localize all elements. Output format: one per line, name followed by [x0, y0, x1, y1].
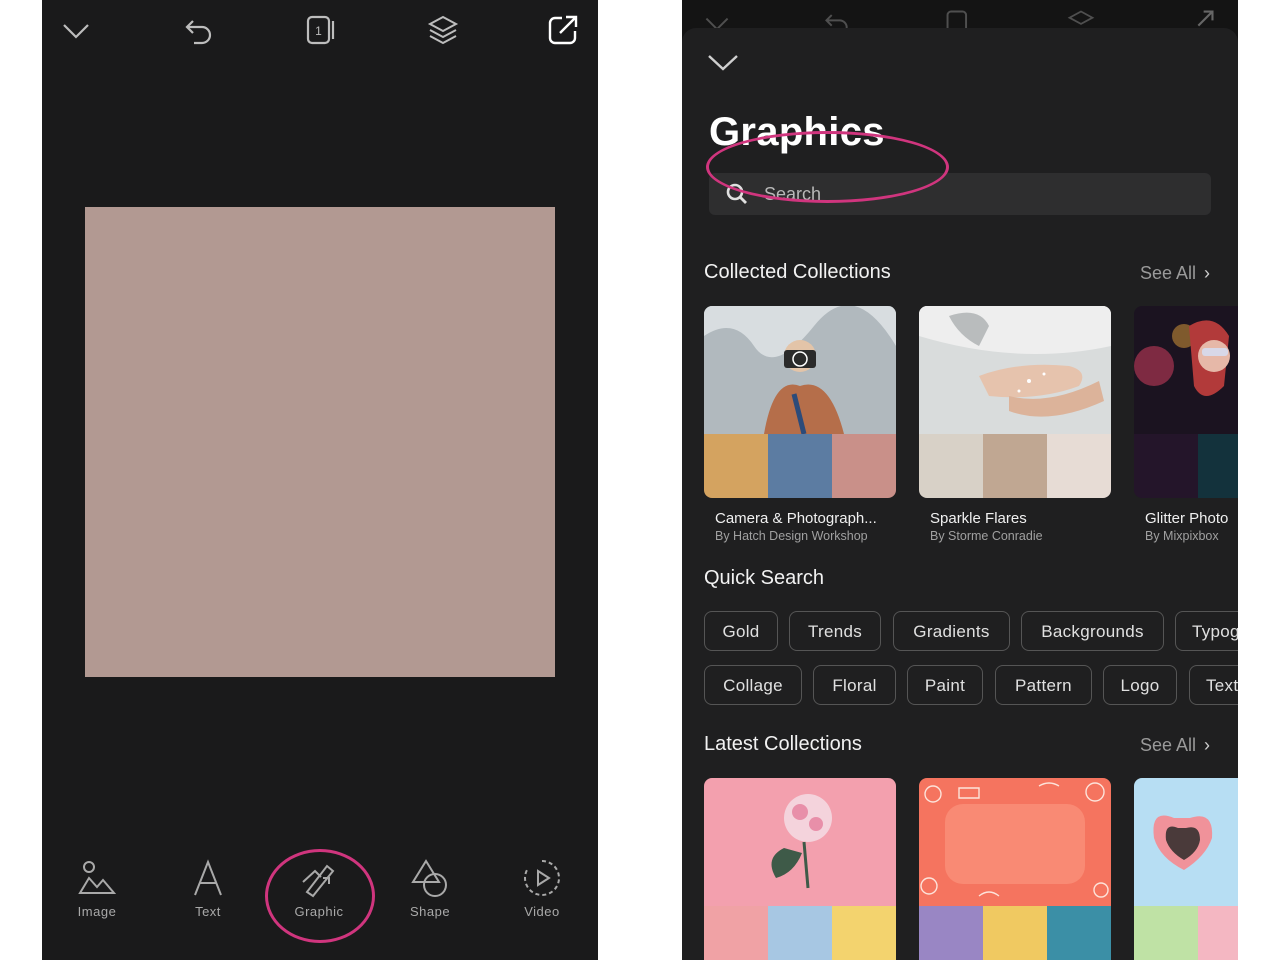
quick-search-chip[interactable]: Gold [704, 611, 778, 651]
camera-photo-image [704, 306, 896, 434]
tool-label: Shape [409, 904, 451, 919]
glitter-cell [1198, 434, 1238, 498]
latest-see-all-link[interactable]: See All › [1140, 735, 1210, 756]
summer-cell [1198, 906, 1238, 960]
undo-icon[interactable] [179, 10, 219, 50]
chevron-down-icon[interactable] [56, 10, 96, 50]
graphics-screen: Graphics Search Collected Collections Se… [682, 0, 1238, 960]
camera-body-cell [768, 434, 832, 498]
background-toolbar [682, 0, 1238, 36]
quick-search-chip[interactable]: Paint [907, 665, 983, 705]
image-icon [78, 861, 117, 894]
food-doodle-frame-image [919, 778, 1111, 906]
collection-author: By Storme Conradie [930, 529, 1043, 543]
design-canvas[interactable] [85, 207, 555, 677]
tool-shape[interactable]: Shape [380, 850, 480, 940]
food-cell [1047, 906, 1111, 960]
quick-search-chip[interactable]: Logo [1103, 665, 1177, 705]
collection-thumbnail [704, 306, 896, 498]
chevron-right-icon: › [1204, 263, 1211, 283]
collection-card[interactable] [1134, 778, 1238, 960]
shape-icon [411, 859, 447, 897]
chevron-down-icon[interactable] [706, 48, 740, 78]
see-all-label: See All [1140, 735, 1197, 755]
share-icon[interactable] [543, 10, 583, 50]
collection-title: Sparkle Flares [930, 510, 1027, 527]
collection-thumbnail [1134, 778, 1238, 960]
quick-search-chip[interactable]: Gradients [893, 611, 1010, 651]
flower-bouquet-image [704, 778, 896, 906]
editor-screen: 1 Image Text Graphic Shape Video [42, 0, 598, 960]
summer-cell [1134, 906, 1198, 960]
editor-toolbar: 1 [42, 0, 598, 60]
tool-text[interactable]: Text [158, 850, 258, 940]
flower-cell [768, 906, 832, 960]
collection-title: Glitter Photo [1145, 510, 1229, 527]
flower-cell [704, 906, 768, 960]
light-stand-cell [832, 434, 896, 498]
quick-search-chip[interactable]: Backgrounds [1021, 611, 1164, 651]
flower-cell [832, 906, 896, 960]
flare-cell [919, 434, 983, 498]
collection-title: Camera & Photograph... [715, 510, 877, 527]
collection-author: By Hatch Design Workshop [715, 529, 868, 543]
collection-thumbnail [1134, 306, 1238, 498]
collected-see-all-link[interactable]: See All › [1140, 263, 1210, 284]
collected-collections-title: Collected Collections [704, 261, 891, 283]
tool-video[interactable]: Video [492, 850, 592, 940]
collection-card[interactable] [704, 778, 896, 960]
tool-label: Image [77, 904, 117, 919]
collection-thumbnail [919, 306, 1111, 498]
collection-card[interactable] [919, 778, 1111, 960]
quick-search-chip[interactable]: Pattern [995, 665, 1092, 705]
food-cell [983, 906, 1047, 960]
sparkle-hands-image [919, 306, 1111, 434]
collection-card[interactable]: Glitter Photo By Mixpixbox [1134, 306, 1238, 543]
food-cell [919, 906, 983, 960]
text-icon [194, 859, 222, 896]
chevron-right-icon: › [1204, 735, 1211, 755]
collection-card[interactable]: Camera & Photograph... By Hatch Design W… [704, 306, 896, 543]
collection-card[interactable]: Sparkle Flares By Storme Conradie [919, 306, 1111, 543]
quick-search-title: Quick Search [704, 567, 825, 589]
collection-thumbnail [704, 778, 896, 960]
tool-image[interactable]: Image [47, 850, 147, 940]
collection-author: By Mixpixbox [1145, 529, 1219, 543]
see-all-label: See All [1140, 263, 1197, 283]
quick-search-chip[interactable]: Trends [789, 611, 881, 651]
graphic-highlight-annotation [265, 849, 375, 943]
quick-search-chip[interactable]: Collage [704, 665, 802, 705]
video-icon [524, 860, 560, 896]
camera-lens-cell [704, 434, 768, 498]
pages-icon[interactable]: 1 [301, 10, 341, 50]
tool-label: Video [524, 904, 560, 919]
flare-cell [1047, 434, 1111, 498]
collection-thumbnail [919, 778, 1111, 960]
heart-sunglasses-image [1134, 778, 1238, 906]
glitter-cell [1134, 434, 1198, 498]
quick-search-chip[interactable]: Typog [1175, 611, 1238, 651]
glitter-portrait-image [1134, 306, 1238, 434]
flare-cell [983, 434, 1047, 498]
latest-collections-title: Latest Collections [704, 733, 862, 755]
layers-icon[interactable] [423, 10, 463, 50]
tool-label: Text [195, 904, 221, 919]
quick-search-chip[interactable]: Floral [813, 665, 896, 705]
quick-search-chip[interactable]: Text [1189, 665, 1238, 705]
search-highlight-annotation [706, 131, 949, 203]
pages-count: 1 [315, 24, 322, 38]
